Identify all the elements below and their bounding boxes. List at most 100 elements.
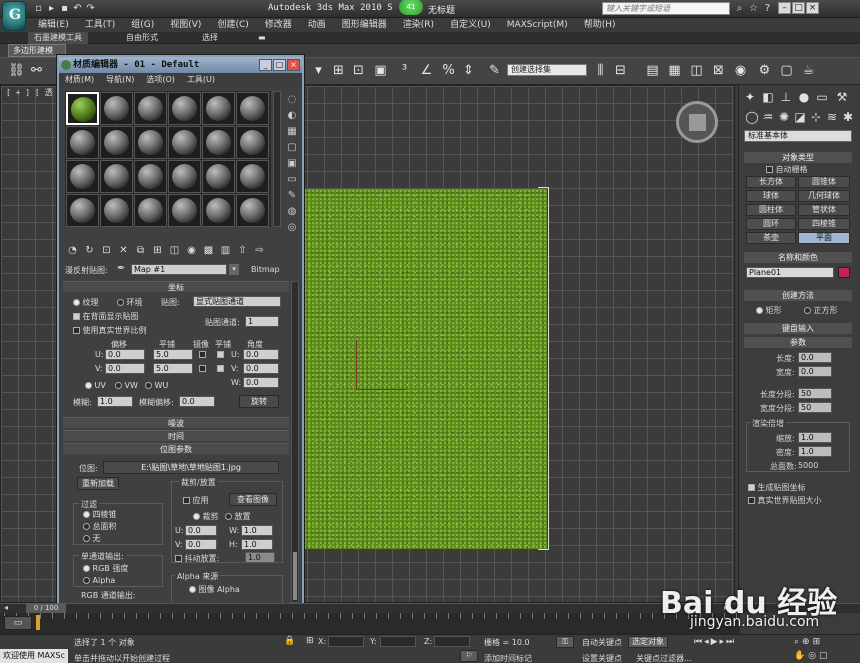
material-slot[interactable] bbox=[66, 126, 99, 159]
transform-mode-icon[interactable]: ⊞ bbox=[306, 636, 314, 646]
uv-tiling-icon[interactable]: ▢ bbox=[285, 141, 299, 154]
width-input[interactable]: 0.0 bbox=[798, 366, 832, 377]
transform-gizmo[interactable] bbox=[356, 340, 406, 390]
cylinder-button[interactable]: 圆柱体 bbox=[746, 204, 796, 216]
material-slot[interactable] bbox=[134, 92, 167, 125]
utilities-tab-icon[interactable]: ⚒ bbox=[834, 90, 850, 105]
plane-button[interactable]: 平面 bbox=[798, 232, 850, 244]
help-icon[interactable]: ? bbox=[762, 3, 773, 14]
material-slot[interactable] bbox=[168, 160, 201, 193]
w-angle-input[interactable]: 0.0 bbox=[243, 377, 279, 388]
torus-button[interactable]: 圆环 bbox=[746, 218, 796, 230]
material-slot[interactable] bbox=[236, 194, 269, 227]
v-offset-input[interactable]: 0.0 bbox=[105, 363, 145, 374]
material-slot[interactable] bbox=[100, 160, 133, 193]
menu-tools[interactable]: 工具(T) bbox=[77, 18, 124, 32]
time-tag-icon[interactable]: ⚐ bbox=[460, 650, 478, 662]
params-scrollbar[interactable] bbox=[291, 281, 299, 603]
material-slot[interactable] bbox=[236, 160, 269, 193]
redo-icon[interactable]: ↷ bbox=[85, 3, 96, 14]
map-name-dropdown[interactable]: ▾ bbox=[229, 264, 239, 275]
x-coord-input[interactable] bbox=[328, 636, 364, 647]
vw-radio[interactable]: VW bbox=[115, 381, 138, 390]
notification-badge[interactable]: 41 bbox=[399, 0, 423, 15]
auto-key-button[interactable]: 自动关键点 bbox=[582, 637, 622, 648]
material-slot[interactable] bbox=[202, 194, 235, 227]
texture-radio[interactable]: 纹理 bbox=[73, 297, 99, 308]
creation-method-header[interactable]: 创建方法 bbox=[744, 290, 852, 301]
u-tile-checkbox[interactable] bbox=[217, 350, 224, 360]
med-minimize-button[interactable]: _ bbox=[259, 59, 272, 71]
material-slot[interactable] bbox=[100, 194, 133, 227]
map-type-label[interactable]: Bitmap bbox=[251, 265, 280, 274]
percent-snap-icon[interactable]: % bbox=[440, 62, 457, 79]
tube-button[interactable]: 管状体 bbox=[798, 204, 850, 216]
app-logo-icon[interactable]: G bbox=[2, 1, 26, 31]
coordinates-rollout-header[interactable]: 坐标 bbox=[63, 281, 289, 292]
scrollbar-thumb[interactable] bbox=[293, 552, 297, 600]
menu-views[interactable]: 视图(V) bbox=[162, 18, 209, 32]
material-slot[interactable] bbox=[168, 194, 201, 227]
menu-animation[interactable]: 动画 bbox=[300, 18, 334, 32]
mono-alpha-radio[interactable]: Alpha bbox=[83, 576, 115, 585]
width-segs-input[interactable]: 50 bbox=[798, 402, 832, 413]
material-slot[interactable] bbox=[100, 126, 133, 159]
u-tiling-input[interactable]: 5.0 bbox=[153, 349, 193, 360]
shapes-icon[interactable]: ♒ bbox=[760, 110, 776, 125]
video-check-icon[interactable]: ▣ bbox=[285, 157, 299, 170]
filter-pyramidal-radio[interactable]: 四棱锥 bbox=[83, 509, 117, 520]
cameras-icon[interactable]: ◪ bbox=[792, 110, 808, 125]
crop-v-input[interactable]: 0.0 bbox=[185, 539, 217, 550]
map-name-input[interactable]: Map #1 bbox=[131, 264, 227, 275]
med-menu-options[interactable]: 选项(O) bbox=[140, 73, 181, 87]
med-menu-material[interactable]: 材质(M) bbox=[59, 73, 100, 87]
add-time-tag[interactable]: 添加时间标记 bbox=[484, 653, 532, 663]
eyedropper-icon[interactable]: ✒ bbox=[117, 263, 125, 274]
options-icon[interactable]: ✎ bbox=[285, 189, 299, 202]
material-slot[interactable] bbox=[100, 92, 133, 125]
teapot-button[interactable]: 茶壶 bbox=[746, 232, 796, 244]
apply-checkbox[interactable]: 应用 bbox=[183, 495, 209, 506]
bitmap-path-button[interactable]: E:\贴图\草地\草地贴图1.jpg bbox=[103, 461, 279, 474]
material-map-navigator-icon[interactable]: ◎ bbox=[285, 221, 299, 234]
playback-controls-icon[interactable]: ⏮◂▶▸⏭ bbox=[694, 637, 736, 647]
key-mode-icon[interactable]: ⚿ bbox=[556, 636, 574, 648]
alpha-image-radio[interactable]: 图像 Alpha bbox=[189, 584, 240, 595]
menu-graph-editors[interactable]: 图形编辑器 bbox=[334, 18, 395, 32]
cone-button[interactable]: 圆锥体 bbox=[798, 176, 850, 188]
go-to-parent-icon[interactable]: ⇧ bbox=[235, 243, 250, 258]
maxscript-listener[interactable]: 欢迎使用 MAXSc bbox=[0, 649, 68, 663]
gen-map-coords-checkbox[interactable]: 生成贴图坐标 bbox=[748, 482, 806, 493]
menu-rendering[interactable]: 渲染(R) bbox=[395, 18, 442, 32]
material-slot[interactable] bbox=[66, 194, 99, 227]
material-slot[interactable] bbox=[66, 160, 99, 193]
mapping-dropdown[interactable]: 显式贴图通道 bbox=[193, 296, 281, 307]
blur-offset-input[interactable]: 0.0 bbox=[179, 396, 215, 407]
make-unique-icon[interactable]: ⊞ bbox=[150, 243, 165, 258]
v-tile-checkbox[interactable] bbox=[217, 364, 224, 374]
material-slot[interactable] bbox=[202, 126, 235, 159]
v-angle-input[interactable]: 0.0 bbox=[243, 363, 279, 374]
angle-snap-icon[interactable]: ∠ bbox=[418, 62, 435, 79]
slots-scrollbar[interactable] bbox=[273, 91, 281, 227]
menu-modifiers[interactable]: 修改器 bbox=[257, 18, 300, 32]
put-to-scene-icon[interactable]: ↻ bbox=[82, 243, 97, 258]
reload-button[interactable]: 重新加载 bbox=[77, 477, 119, 490]
rotate-button[interactable]: 旋转 bbox=[239, 395, 279, 408]
place-radio[interactable]: 放置 bbox=[225, 511, 251, 522]
v-tiling-input[interactable]: 5.0 bbox=[153, 363, 193, 374]
crop-u-input[interactable]: 0.0 bbox=[185, 525, 217, 536]
y-coord-input[interactable] bbox=[380, 636, 416, 647]
put-to-library-icon[interactable]: ◫ bbox=[167, 243, 182, 258]
scale-input[interactable]: 1.0 bbox=[798, 432, 832, 443]
object-name-input[interactable]: Plane01 bbox=[746, 267, 834, 278]
length-segs-input[interactable]: 50 bbox=[798, 388, 832, 399]
v-mirror-checkbox[interactable] bbox=[199, 364, 206, 374]
material-editor-icon[interactable]: ◉ bbox=[732, 62, 749, 79]
auto-grid-checkbox[interactable]: 自动栅格 bbox=[766, 164, 808, 175]
wu-radio[interactable]: WU bbox=[145, 381, 168, 390]
sphere-button[interactable]: 球体 bbox=[746, 190, 796, 202]
bitmap-params-rollout-header[interactable]: 位图参数 bbox=[63, 443, 289, 454]
maximize-button[interactable]: □ bbox=[792, 2, 805, 14]
geosphere-button[interactable]: 几何球体 bbox=[798, 190, 850, 202]
